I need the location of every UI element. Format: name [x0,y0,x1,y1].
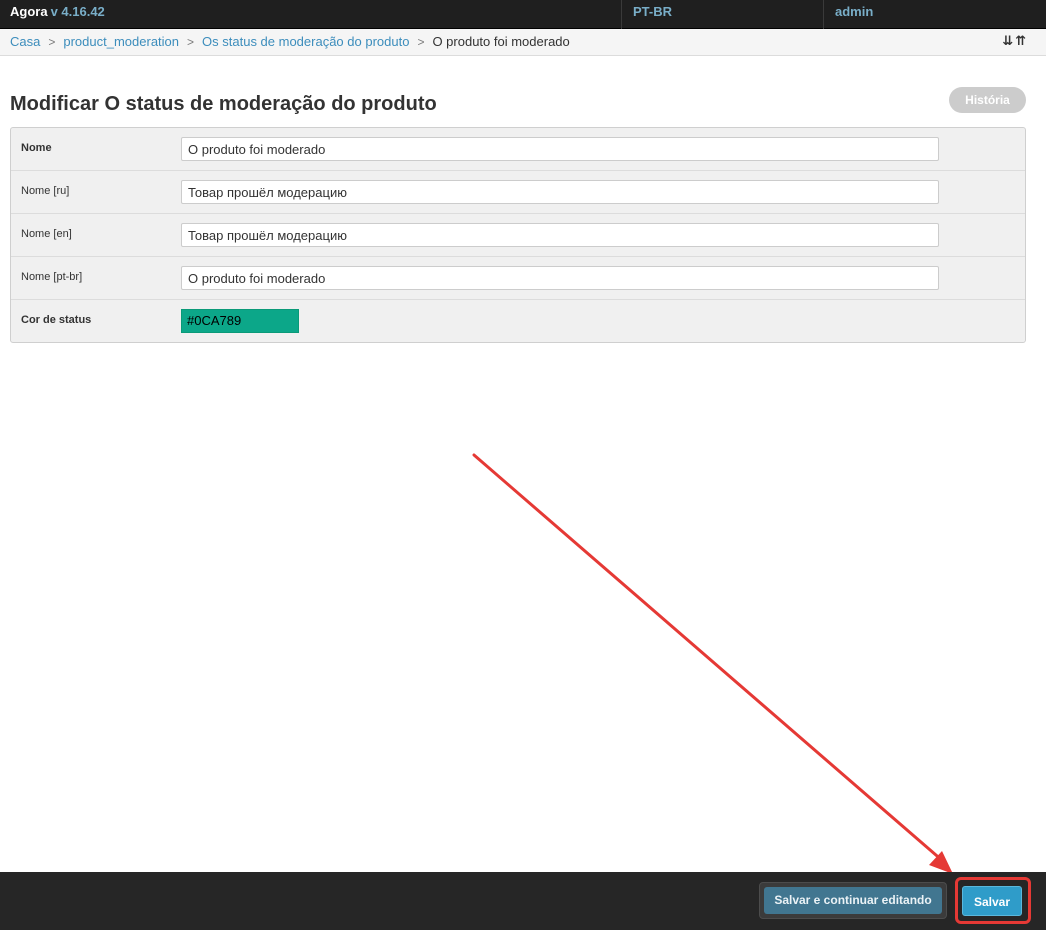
name-pt-br-input[interactable] [181,266,939,290]
field-label: Nome [21,142,52,154]
breadcrumb-app[interactable]: product_moderation [63,34,179,49]
brand[interactable]: Agora v 4.16.42 [10,4,105,19]
status-color-input[interactable]: #0CA789 [181,309,299,333]
collapse-expand-icon[interactable]: ⇊⇈ [1002,33,1028,49]
history-button[interactable]: História [949,87,1026,113]
field-label: Cor de status [21,314,92,326]
name-ru-input[interactable] [181,180,939,204]
breadcrumb-model[interactable]: Os status de moderação do produto [202,34,409,49]
top-header: Agora v 4.16.42 PT-BR admin [0,0,1046,29]
form-row-status-color: Cor de status #0CA789 [11,300,1025,342]
save-button[interactable]: Salvar [962,886,1022,916]
submit-row: Salvar e continuar editando Salvar [0,872,1046,930]
save-and-continue-label: Salvar e continuar editando [764,887,942,914]
user-menu[interactable]: admin [823,0,1046,29]
page-title: Modificar O status de moderação do produ… [10,93,437,115]
form-row-name-ru: Nome [ru] [11,171,1025,214]
name-input[interactable] [181,137,939,161]
form-row-name-pt-br: Nome [pt-br] [11,257,1025,300]
brand-name: Agora [10,4,48,19]
chevron-right-icon: > [187,35,195,49]
language-selector[interactable]: PT-BR [621,0,823,29]
version-label: v 4.16.42 [50,4,105,19]
name-en-input[interactable] [181,223,939,247]
field-label: Nome [ru] [21,185,70,197]
form-row-name: Nome [11,128,1025,171]
chevron-right-icon: > [48,35,56,49]
form-fieldset: Nome Nome [ru] Nome [en] Nome [pt-br] Co… [10,127,1026,343]
save-and-continue-button[interactable]: Salvar e continuar editando [759,882,947,919]
breadcrumb-home[interactable]: Casa [10,34,40,49]
field-label: Nome [pt-br] [21,271,83,283]
breadcrumb: Casa > product_moderation > Os status de mod… [0,29,1046,56]
form-row-name-en: Nome [en] [11,214,1025,257]
field-label: Nome [en] [21,228,72,240]
breadcrumb-current: O produto foi moderado [432,34,570,49]
chevron-right-icon: > [417,35,425,49]
